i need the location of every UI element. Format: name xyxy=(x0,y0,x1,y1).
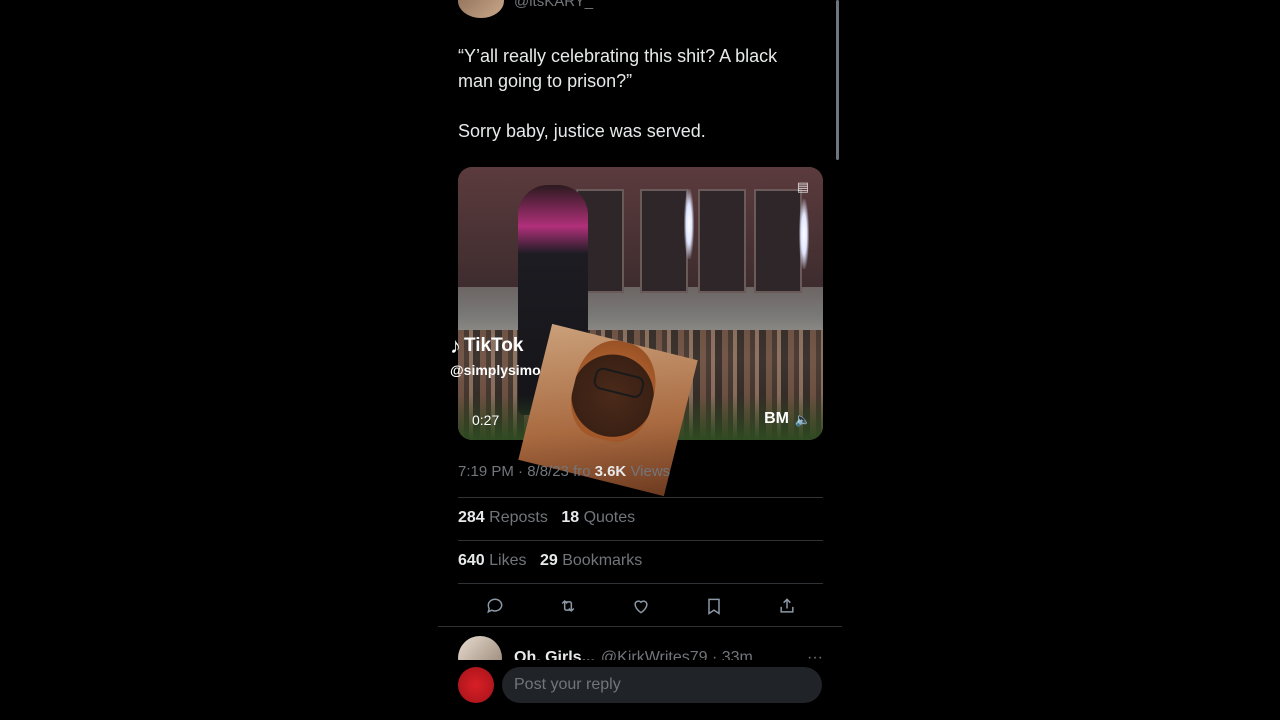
reposts-label: Reposts xyxy=(489,509,548,526)
tweet-meta: 7:19 PM · 8/8/23 fro 3.6K Views xyxy=(458,463,670,480)
bookmarks-label: Bookmarks xyxy=(562,552,643,569)
repost-button[interactable] xyxy=(556,594,580,618)
author-handle[interactable]: @itsKARY_ xyxy=(514,0,593,10)
bm-watermark-logo: BM xyxy=(764,410,789,427)
tweet-actions xyxy=(458,594,823,618)
glasses xyxy=(591,366,646,400)
video-frame-window xyxy=(754,189,802,293)
divider xyxy=(458,583,823,584)
bookmark-button[interactable] xyxy=(702,594,726,618)
reposts-count: 284 xyxy=(458,509,485,526)
author-row[interactable]: @itsKARY_ xyxy=(458,0,593,18)
tweet-timestamp[interactable]: 7:19 PM · 8/8/23 fro xyxy=(458,463,591,480)
video-frame-window xyxy=(698,189,746,293)
scrollbar[interactable] xyxy=(836,0,839,160)
volume-icon[interactable]: 🔈 xyxy=(795,412,811,428)
reply-icon xyxy=(486,598,502,614)
likes-link[interactable]: 640 Likes xyxy=(458,552,527,569)
quotes-link[interactable]: 18 Quotes xyxy=(561,509,635,526)
bookmarks-link[interactable]: 29 Bookmarks xyxy=(540,552,642,569)
divider xyxy=(458,497,823,498)
likes-label: Likes xyxy=(489,552,527,569)
creator-face xyxy=(562,332,665,450)
reply-composer xyxy=(438,660,842,720)
quotes-label: Quotes xyxy=(583,509,636,526)
tiktok-logo-icon: ♪ xyxy=(450,333,461,358)
share-icon xyxy=(779,598,794,613)
quotes-count: 18 xyxy=(561,509,580,526)
video-frame-light xyxy=(799,199,809,269)
tiktok-wordmark: TikTok xyxy=(464,335,524,356)
reply-input[interactable] xyxy=(502,667,822,703)
repost-icon xyxy=(561,599,574,613)
reply-button[interactable] xyxy=(483,594,507,618)
stats-row-reposts-quotes: 284 Reposts 18 Quotes xyxy=(458,509,635,527)
tweet-detail-screen: @itsKARY_ “Y’all really celebrating this… xyxy=(438,0,842,720)
bookmark-icon xyxy=(707,598,720,615)
video-duration: 0:27 xyxy=(472,412,500,428)
likes-count: 640 xyxy=(458,552,485,569)
tweet-paragraph-2: Sorry baby, justice was served. xyxy=(458,121,706,141)
divider xyxy=(438,626,842,627)
video-frame-window xyxy=(640,189,688,293)
share-button[interactable] xyxy=(775,594,799,618)
tweet-text: “Y’all really celebrating this shit? A b… xyxy=(458,44,808,144)
like-button[interactable] xyxy=(629,594,653,618)
video-frame-light xyxy=(684,189,694,259)
sensitive-media-icon[interactable]: ▤ xyxy=(797,179,809,195)
tweet-paragraph-1: “Y’all really celebrating this shit? A b… xyxy=(458,46,778,91)
divider xyxy=(458,540,823,541)
like-icon xyxy=(633,600,648,614)
stats-row-likes-bookmarks: 640 Likes 29 Bookmarks xyxy=(458,552,642,570)
views-count: 3.6K xyxy=(594,463,627,480)
reposts-link[interactable]: 284 Reposts xyxy=(458,509,548,526)
user-avatar[interactable] xyxy=(458,667,494,703)
author-avatar[interactable] xyxy=(458,0,504,18)
bookmarks-count: 29 xyxy=(539,552,558,569)
views-label: Views xyxy=(630,463,671,480)
